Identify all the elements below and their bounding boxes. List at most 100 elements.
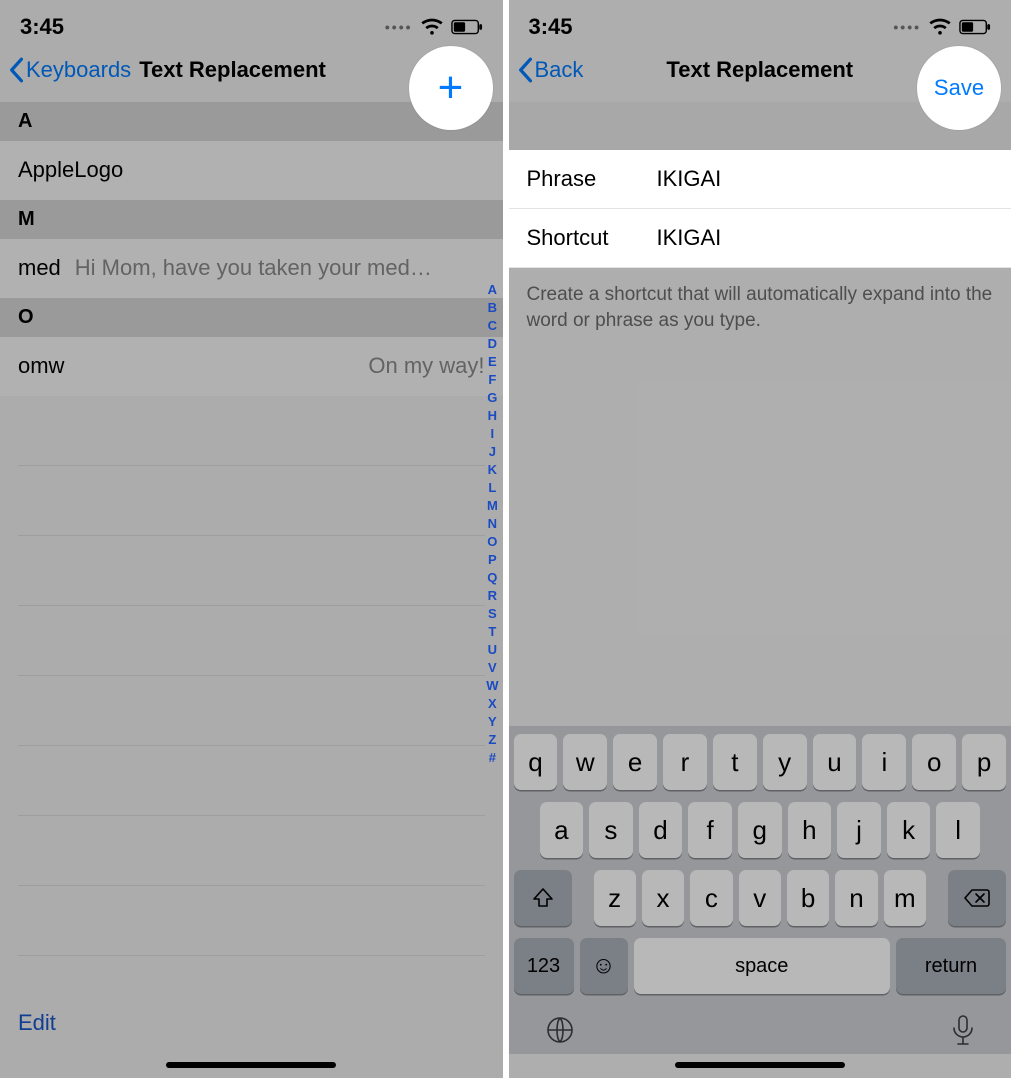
key-r[interactable]: r: [663, 734, 707, 790]
key-z[interactable]: z: [594, 870, 636, 926]
back-label: Back: [535, 57, 584, 83]
return-key[interactable]: return: [896, 938, 1006, 994]
shift-icon: [531, 886, 555, 910]
add-button[interactable]: +: [409, 46, 493, 130]
page-title: Text Replacement: [139, 57, 326, 83]
globe-key[interactable]: [544, 1014, 576, 1048]
index-letter[interactable]: K: [486, 462, 498, 477]
index-letter[interactable]: I: [486, 426, 498, 441]
key-e[interactable]: e: [613, 734, 657, 790]
microphone-icon: [950, 1014, 976, 1048]
index-letter[interactable]: L: [486, 480, 498, 495]
chevron-left-icon: [8, 57, 24, 83]
index-letter[interactable]: Y: [486, 714, 498, 729]
index-letter[interactable]: H: [486, 408, 498, 423]
index-letter[interactable]: F: [486, 372, 498, 387]
index-letter[interactable]: #: [486, 750, 498, 765]
emoji-key[interactable]: ☺: [580, 938, 628, 994]
index-letter[interactable]: W: [486, 678, 498, 693]
index-letter[interactable]: E: [486, 354, 498, 369]
key-t[interactable]: t: [713, 734, 757, 790]
key-s[interactable]: s: [589, 802, 633, 858]
screenshot-left: 3:45 •••• Keyboards Text Replacement + A…: [0, 0, 503, 1078]
space-key[interactable]: space: [634, 938, 891, 994]
index-letter[interactable]: V: [486, 660, 498, 675]
phrase-text: On my way!: [78, 353, 484, 379]
phrase-label: Phrase: [527, 166, 657, 192]
key-f[interactable]: f: [688, 802, 732, 858]
plus-icon: +: [438, 66, 464, 110]
index-letter[interactable]: T: [486, 624, 498, 639]
section-header-o: O: [0, 298, 503, 337]
shortcut-text: AppleLogo: [18, 157, 123, 183]
index-letter[interactable]: O: [486, 534, 498, 549]
index-letter[interactable]: Z: [486, 732, 498, 747]
alphabet-index[interactable]: A B C D E F G H I J K L M N O P Q R S T …: [486, 282, 498, 765]
index-letter[interactable]: A: [486, 282, 498, 297]
key-x[interactable]: x: [642, 870, 684, 926]
index-letter[interactable]: C: [486, 318, 498, 333]
edit-button[interactable]: Edit: [18, 1010, 56, 1035]
key-c[interactable]: c: [690, 870, 732, 926]
phrase-field[interactable]: Phrase IKIGAI: [509, 150, 1011, 209]
key-p[interactable]: p: [962, 734, 1006, 790]
index-letter[interactable]: S: [486, 606, 498, 621]
key-j[interactable]: j: [837, 802, 881, 858]
back-button[interactable]: Keyboards: [8, 57, 131, 83]
key-i[interactable]: i: [862, 734, 906, 790]
key-l[interactable]: l: [936, 802, 980, 858]
backspace-icon: [963, 887, 991, 909]
index-letter[interactable]: G: [486, 390, 498, 405]
key-o[interactable]: o: [912, 734, 956, 790]
shortcut-label: Shortcut: [527, 225, 657, 251]
shortcut-text: med: [18, 255, 61, 281]
empty-rows: [0, 396, 503, 956]
key-m[interactable]: m: [884, 870, 926, 926]
key-d[interactable]: d: [639, 802, 683, 858]
list-item[interactable]: omw On my way!: [0, 337, 503, 396]
dictation-key[interactable]: [950, 1014, 976, 1048]
key-a[interactable]: a: [540, 802, 584, 858]
back-label: Keyboards: [26, 57, 131, 83]
key-h[interactable]: h: [788, 802, 832, 858]
save-button[interactable]: Save: [917, 46, 1001, 130]
index-letter[interactable]: X: [486, 696, 498, 711]
screenshot-right: 3:45 •••• Back Text Replacement Save Phr…: [509, 0, 1011, 1078]
key-k[interactable]: k: [887, 802, 931, 858]
home-indicator[interactable]: [675, 1062, 845, 1068]
key-y[interactable]: y: [763, 734, 807, 790]
list-item[interactable]: med Hi Mom, have you taken your med…: [0, 239, 503, 298]
index-letter[interactable]: Q: [486, 570, 498, 585]
status-time: 3:45: [20, 14, 64, 40]
key-v[interactable]: v: [739, 870, 781, 926]
key-w[interactable]: w: [563, 734, 607, 790]
key-u[interactable]: u: [813, 734, 857, 790]
phrase-text: Hi Mom, have you taken your med…: [75, 255, 485, 281]
status-right: ••••: [893, 18, 991, 36]
home-indicator[interactable]: [166, 1062, 336, 1068]
replacement-list[interactable]: A AppleLogo M med Hi Mom, have you taken…: [0, 102, 503, 992]
index-letter[interactable]: D: [486, 336, 498, 351]
index-letter[interactable]: U: [486, 642, 498, 657]
backspace-key[interactable]: [948, 870, 1006, 926]
key-q[interactable]: q: [514, 734, 558, 790]
key-g[interactable]: g: [738, 802, 782, 858]
index-letter[interactable]: M: [486, 498, 498, 513]
index-letter[interactable]: J: [486, 444, 498, 459]
wifi-icon: [929, 18, 951, 36]
back-button[interactable]: Back: [517, 57, 584, 83]
key-b[interactable]: b: [787, 870, 829, 926]
key-n[interactable]: n: [835, 870, 877, 926]
battery-icon: [451, 19, 483, 35]
reception-dots-icon: ••••: [893, 19, 921, 35]
index-letter[interactable]: B: [486, 300, 498, 315]
index-letter[interactable]: R: [486, 588, 498, 603]
list-item[interactable]: AppleLogo: [0, 141, 503, 200]
reception-dots-icon: ••••: [385, 19, 413, 35]
shift-key[interactable]: [514, 870, 572, 926]
shortcut-field[interactable]: Shortcut IKIGAI: [509, 209, 1011, 268]
globe-icon: [544, 1014, 576, 1046]
numbers-key[interactable]: 123: [514, 938, 574, 994]
index-letter[interactable]: P: [486, 552, 498, 567]
index-letter[interactable]: N: [486, 516, 498, 531]
